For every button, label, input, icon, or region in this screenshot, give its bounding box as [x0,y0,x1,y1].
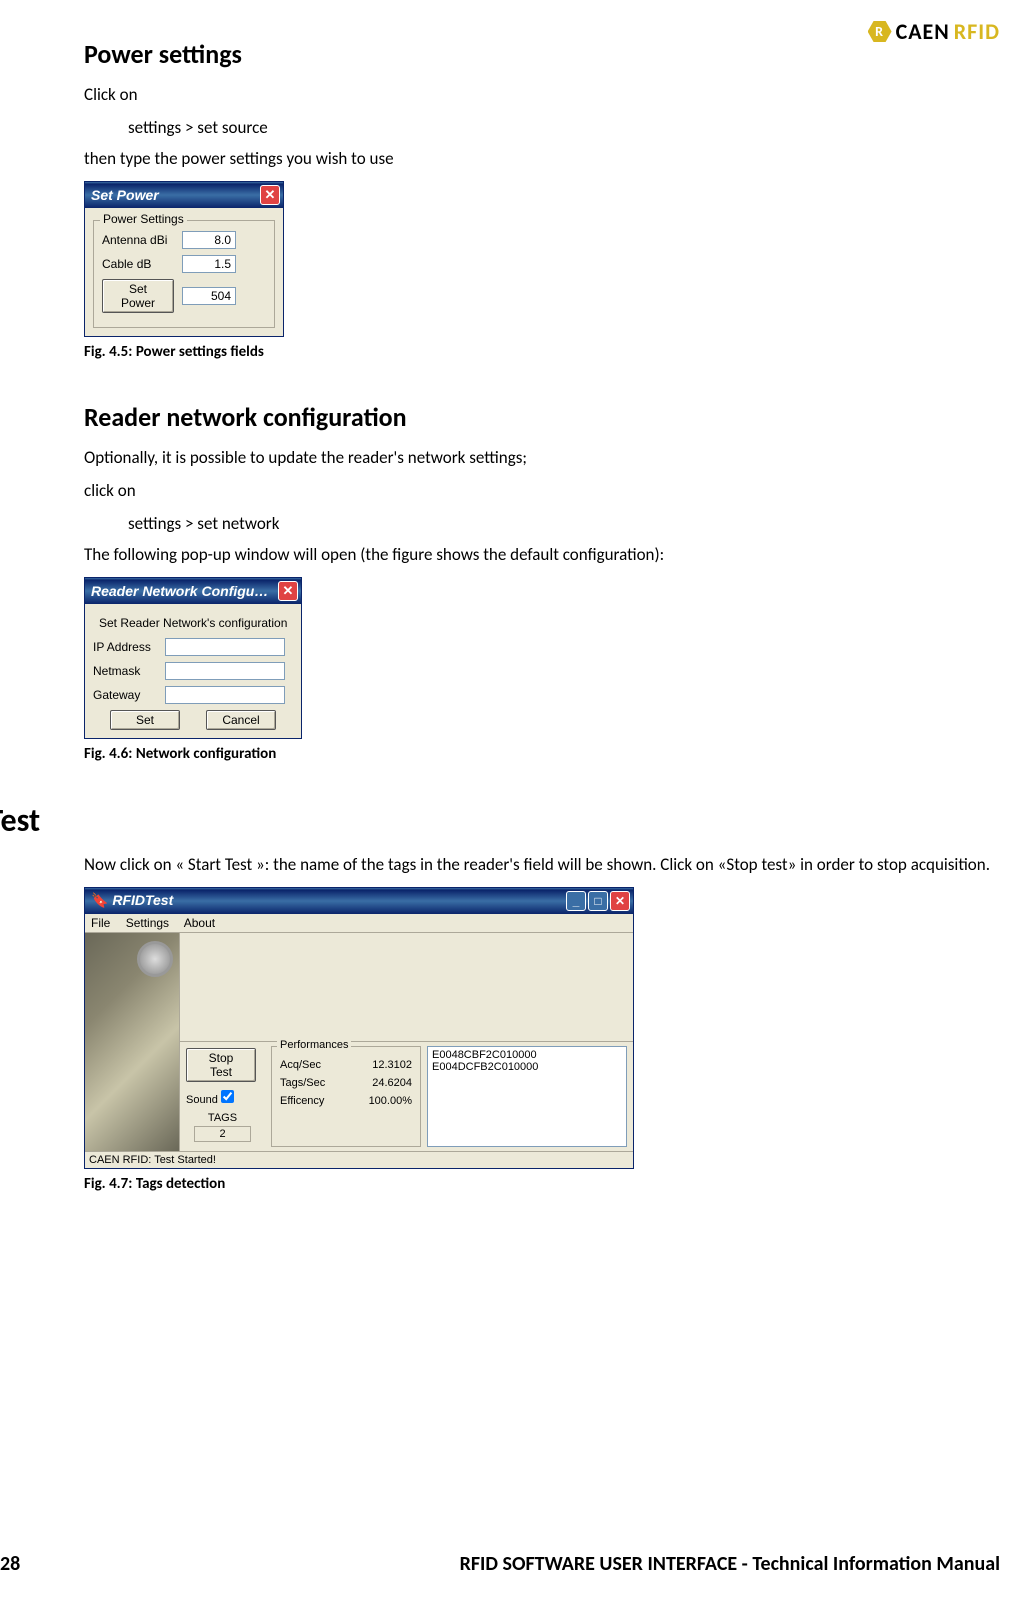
input-antenna-dbi[interactable] [182,231,236,249]
window-title: Reader Network Configu… [91,583,268,599]
menu-about[interactable]: About [184,916,215,930]
brand-caen: CAEN [896,18,950,45]
reader-photo [85,933,180,1151]
tags-listbox[interactable]: E0048CBF2C010000 E004DCFB2C010000 [427,1046,627,1147]
tag-item: E004DCFB2C010000 [432,1061,622,1073]
label-sound: Sound [186,1094,218,1106]
text-optionally: Optionally, it is possible to update the… [84,447,1000,470]
label-efficiency: Efficency [280,1095,324,1107]
label-netmask: Netmask [93,664,157,678]
label-ip-address: IP Address [93,640,157,654]
heading-reader-network: Reader network configuration [84,401,1000,433]
text-popup-open: The following pop-up window will open (t… [84,544,1000,567]
close-icon[interactable]: ✕ [610,891,630,911]
text-path-1: settings > set source [128,117,1000,138]
input-gateway[interactable] [165,686,285,704]
label-tags-sec: Tags/Sec [280,1077,325,1089]
footer-title: RFID SOFTWARE USER INTERFACE - Technical… [460,1552,1000,1576]
close-icon[interactable]: ✕ [260,185,280,205]
caption-fig45: Fig. 4.5: Power settings fields [84,343,1000,361]
figure-set-power-window: Set Power ✕ Power Settings Antenna dBi C… [84,181,284,337]
heading-power-settings: Power settings [84,38,1000,70]
brand-rfid: RFID [954,18,1000,45]
status-bar: CAEN RFID: Test Started! [85,1151,633,1168]
label-gateway: Gateway [93,688,157,702]
label-tags: TAGS [186,1112,259,1124]
cancel-button[interactable]: Cancel [206,710,276,730]
menu-bar: File Settings About [85,914,633,933]
input-netmask[interactable] [165,662,285,680]
caption-fig46: Fig. 4.6: Network configuration [84,745,1000,763]
subtitle-set-network: Set Reader Network's configuration [99,616,293,630]
maximize-icon[interactable]: □ [588,891,608,911]
text-click-on-2: click on [84,480,1000,503]
menu-settings[interactable]: Settings [126,916,169,930]
caption-fig47: Fig. 4.7: Tags detection [84,1175,1000,1193]
input-ip-address[interactable] [165,638,285,656]
groupbox-performances: Performances Acq/Sec12.3102 Tags/Sec24.6… [271,1046,421,1147]
text-start-test-desc: Now click on « Start Test »: the name of… [84,854,1000,877]
page-footer: 28 RFID SOFTWARE USER INTERFACE - Techni… [0,1552,1000,1576]
text-path-2: settings > set network [128,513,1000,534]
input-cable-db[interactable] [182,255,236,273]
value-acq-sec: 12.3102 [372,1059,412,1071]
page-number: 28 [0,1552,20,1576]
window-title-bar: Reader Network Configu… ✕ [85,578,301,604]
figure-network-config-window: Reader Network Configu… ✕ Set Reader Net… [84,577,302,739]
label-cable-db: Cable dB [102,257,174,271]
window-title-bar: Set Power ✕ [85,182,283,208]
tag-item: E0048CBF2C010000 [432,1049,622,1061]
heading-start-test: Start Test [0,801,1010,840]
label-acq-sec: Acq/Sec [280,1059,321,1071]
value-tags-sec: 24.6204 [372,1077,412,1089]
groupbox-title: Power Settings [100,212,187,226]
checkbox-sound[interactable] [221,1090,234,1103]
window-title: Set Power [91,187,159,203]
input-set-power-value[interactable] [182,287,236,305]
close-icon[interactable]: ✕ [278,581,298,601]
window-title: RFIDTest [112,892,173,908]
minimize-icon[interactable]: _ [566,891,586,911]
figure-rfidtest-window: 🔖 RFIDTest _ □ ✕ File Settings About Sto… [84,887,634,1169]
tags-count: 2 [194,1126,251,1142]
brand-hex-icon: R [868,20,892,44]
set-power-button[interactable]: Set Power [102,279,174,313]
text-then-type: then type the power settings you wish to… [84,148,1000,171]
menu-file[interactable]: File [91,916,110,930]
window-title-bar: 🔖 RFIDTest _ □ ✕ [85,888,633,914]
groupbox-title: Performances [277,1039,351,1051]
label-antenna-dbi: Antenna dBi [102,233,174,247]
stop-test-button[interactable]: Stop Test [186,1048,256,1082]
brand-logo: R CAENRFID [868,18,1000,45]
text-click-on-1: Click on [84,84,1000,107]
set-button[interactable]: Set [110,710,180,730]
value-efficiency: 100.00% [369,1095,412,1107]
